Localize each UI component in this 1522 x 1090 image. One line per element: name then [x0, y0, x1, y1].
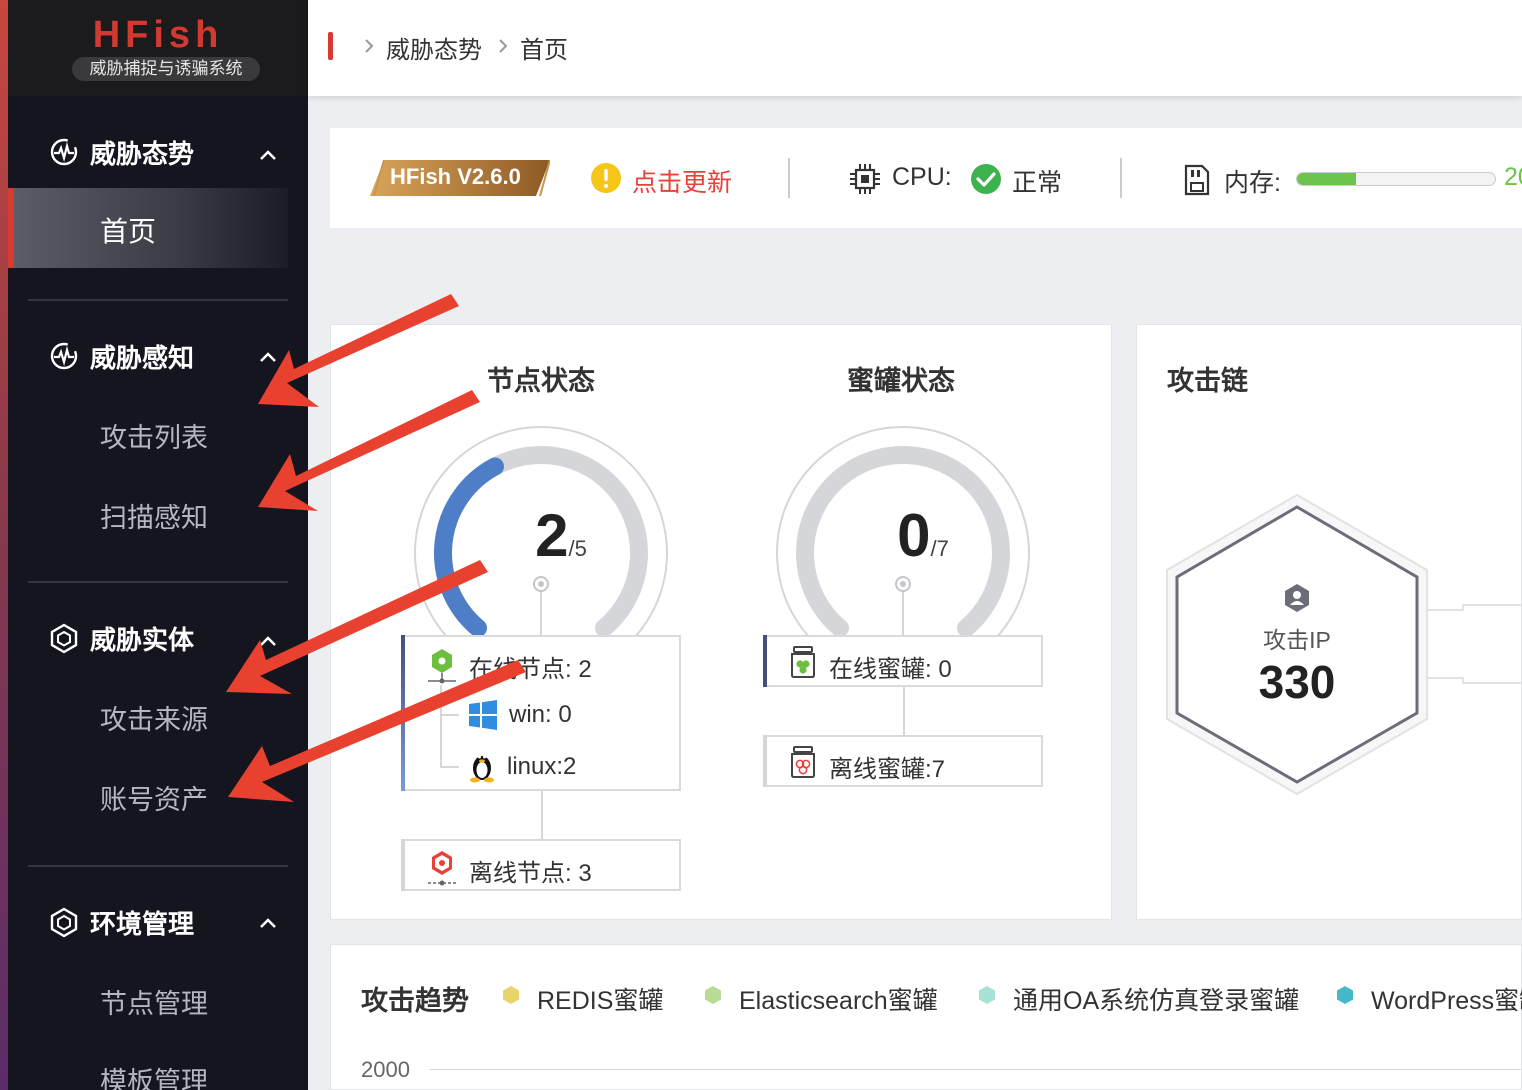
cpu-icon [850, 164, 880, 194]
sidebar-item-home[interactable]: 首页 [8, 188, 288, 268]
chevron-up-icon[interactable] [258, 916, 278, 930]
y-axis-tick: 2000 [361, 1057, 410, 1082]
box-accent [401, 839, 405, 891]
honeypot-total-count: /7 [930, 536, 949, 561]
nav-group-threat-entity[interactable]: 威胁实体 [48, 618, 194, 658]
legend-oa-system[interactable]: 通用OA系统仿真登录蜜罐 [1013, 981, 1299, 1017]
gridline [429, 1069, 1522, 1070]
attack-ip-count: 330 [1258, 656, 1336, 708]
legend-wordpress[interactable]: WordPress蜜罐 [1371, 981, 1522, 1017]
legend-hexagon-icon [705, 986, 721, 1004]
memory-value: 20 [1504, 163, 1522, 191]
cpu-state: 正常 [1012, 169, 1063, 197]
sidebar-item-attack-list[interactable]: 攻击列表 [100, 416, 208, 455]
sidebar-item-node-management[interactable]: 节点管理 [100, 982, 208, 1021]
sidebar-item-label: 首页 [100, 216, 157, 247]
memory-card-icon [1184, 164, 1210, 196]
attack-trend-panel: 攻击趋势 REDIS蜜罐 Elasticsearch蜜罐 通用OA系统仿真登录蜜… [330, 944, 1522, 1090]
legend-hexagon-icon [1337, 986, 1353, 1004]
cpu-label: CPU: [892, 163, 952, 191]
legend-hexagon-icon [503, 986, 519, 1004]
linux-icon [470, 755, 494, 783]
online-honeypots-label: 在线蜜罐: 0 [829, 656, 952, 683]
breadcrumb-home: 首页 [520, 37, 568, 64]
divider [1120, 158, 1122, 198]
logo-title: HFish [92, 14, 224, 56]
chevron-right-icon [499, 39, 508, 53]
attack-chain-panel: 攻击链 攻击IP 330 [1136, 324, 1522, 920]
warning-icon [591, 163, 621, 193]
sidebar: HFish 威胁捕捉与诱骗系统 威胁态势 首页 威胁感知 攻击列表 扫描感知 威… [0, 0, 308, 1090]
system-status-card: HFish V2.6.0 点击更新 CPU: 正常 内存: 20 [330, 128, 1522, 228]
hexagon-cube-icon [50, 907, 78, 938]
node-status-title: 节点状态 [487, 366, 595, 396]
honeypot-jar-icon [791, 646, 815, 678]
status-panel: 节点状态 蜜罐状态 2/5 0/7 在线节点: 2 win: 0 linux:2… [330, 324, 1112, 920]
attacker-hexagon-icon [1285, 584, 1309, 612]
honeypot-jar-offline-icon [791, 746, 815, 778]
attack-ip-label: 攻击IP [1263, 627, 1331, 653]
offline-node-icon [428, 851, 456, 886]
memory-progress-bar [1296, 172, 1496, 186]
chevron-right-icon [365, 39, 374, 53]
logo-subtitle: 威胁捕捉与诱骗系统 [72, 57, 260, 81]
legend-hexagon-icon [979, 986, 995, 1004]
chevron-up-icon[interactable] [258, 148, 278, 162]
breadcrumb-threat-situation[interactable]: 威胁态势 [386, 30, 482, 65]
sidebar-accent-edge [0, 0, 8, 1090]
legend-elasticsearch[interactable]: Elasticsearch蜜罐 [739, 981, 938, 1017]
divider [788, 158, 790, 198]
logo[interactable]: HFish 威胁捕捉与诱骗系统 [8, 0, 308, 96]
nav-group-label: 环境管理 [90, 908, 195, 939]
node-count: 2/5 [511, 501, 611, 570]
divider [28, 865, 288, 867]
box-accent [763, 635, 767, 687]
offline-honeypots-label: 离线蜜罐:7 [829, 756, 946, 783]
nav-group-label: 威胁实体 [90, 624, 195, 655]
hexagon-cube-icon [50, 623, 78, 654]
linux-nodes-label: linux:2 [507, 753, 577, 780]
nav-group-label: 威胁态势 [90, 138, 195, 169]
honeypot-online-count: 0 [897, 502, 931, 569]
node-online-count: 2 [535, 502, 569, 569]
sidebar-item-template-management[interactable]: 模板管理 [100, 1060, 208, 1090]
node-total-count: /5 [568, 536, 587, 561]
online-node-icon [428, 649, 456, 684]
nav-group-label: 威胁感知 [90, 342, 195, 373]
online-nodes-label: 在线节点: 2 [469, 656, 592, 683]
attack-chain-title: 攻击链 [1167, 366, 1248, 396]
nav-group-threat-perception[interactable]: 威胁感知 [48, 336, 194, 376]
sidebar-item-account-assets[interactable]: 账号资产 [100, 778, 208, 817]
offline-nodes-label: 离线节点: 3 [469, 860, 592, 887]
box-accent [401, 635, 405, 791]
honeypot-count: 0/7 [873, 501, 973, 570]
memory-label: 内存: [1224, 169, 1281, 197]
legend-redis[interactable]: REDIS蜜罐 [537, 981, 663, 1017]
memory-progress-fill [1297, 173, 1357, 185]
top-bar: 威胁态势 首页 [308, 0, 1522, 96]
version-label: HFish V2.6.0 [390, 164, 521, 189]
win-nodes-label: win: 0 [509, 701, 572, 728]
divider [28, 581, 288, 583]
divider [28, 299, 288, 301]
pulse-icon [50, 138, 78, 166]
sidebar-item-scan-perception[interactable]: 扫描感知 [100, 496, 208, 535]
update-link[interactable]: 点击更新 [632, 163, 732, 199]
chevron-up-icon[interactable] [258, 634, 278, 648]
nav-group-threat-situation[interactable]: 威胁态势 [48, 132, 194, 172]
pulse-icon [50, 342, 78, 370]
tree-connector [541, 791, 543, 839]
windows-icon [469, 700, 497, 730]
nav-group-environment[interactable]: 环境管理 [48, 902, 194, 942]
attack-trend-title: 攻击趋势 [361, 986, 469, 1016]
check-circle-icon [971, 164, 1001, 194]
chevron-up-icon[interactable] [258, 350, 278, 364]
topbar-accent [328, 32, 333, 60]
tree-connector [903, 687, 905, 735]
honeypot-status-title: 蜜罐状态 [847, 366, 955, 396]
box-accent [763, 735, 767, 787]
sidebar-item-attack-source[interactable]: 攻击来源 [100, 698, 208, 737]
